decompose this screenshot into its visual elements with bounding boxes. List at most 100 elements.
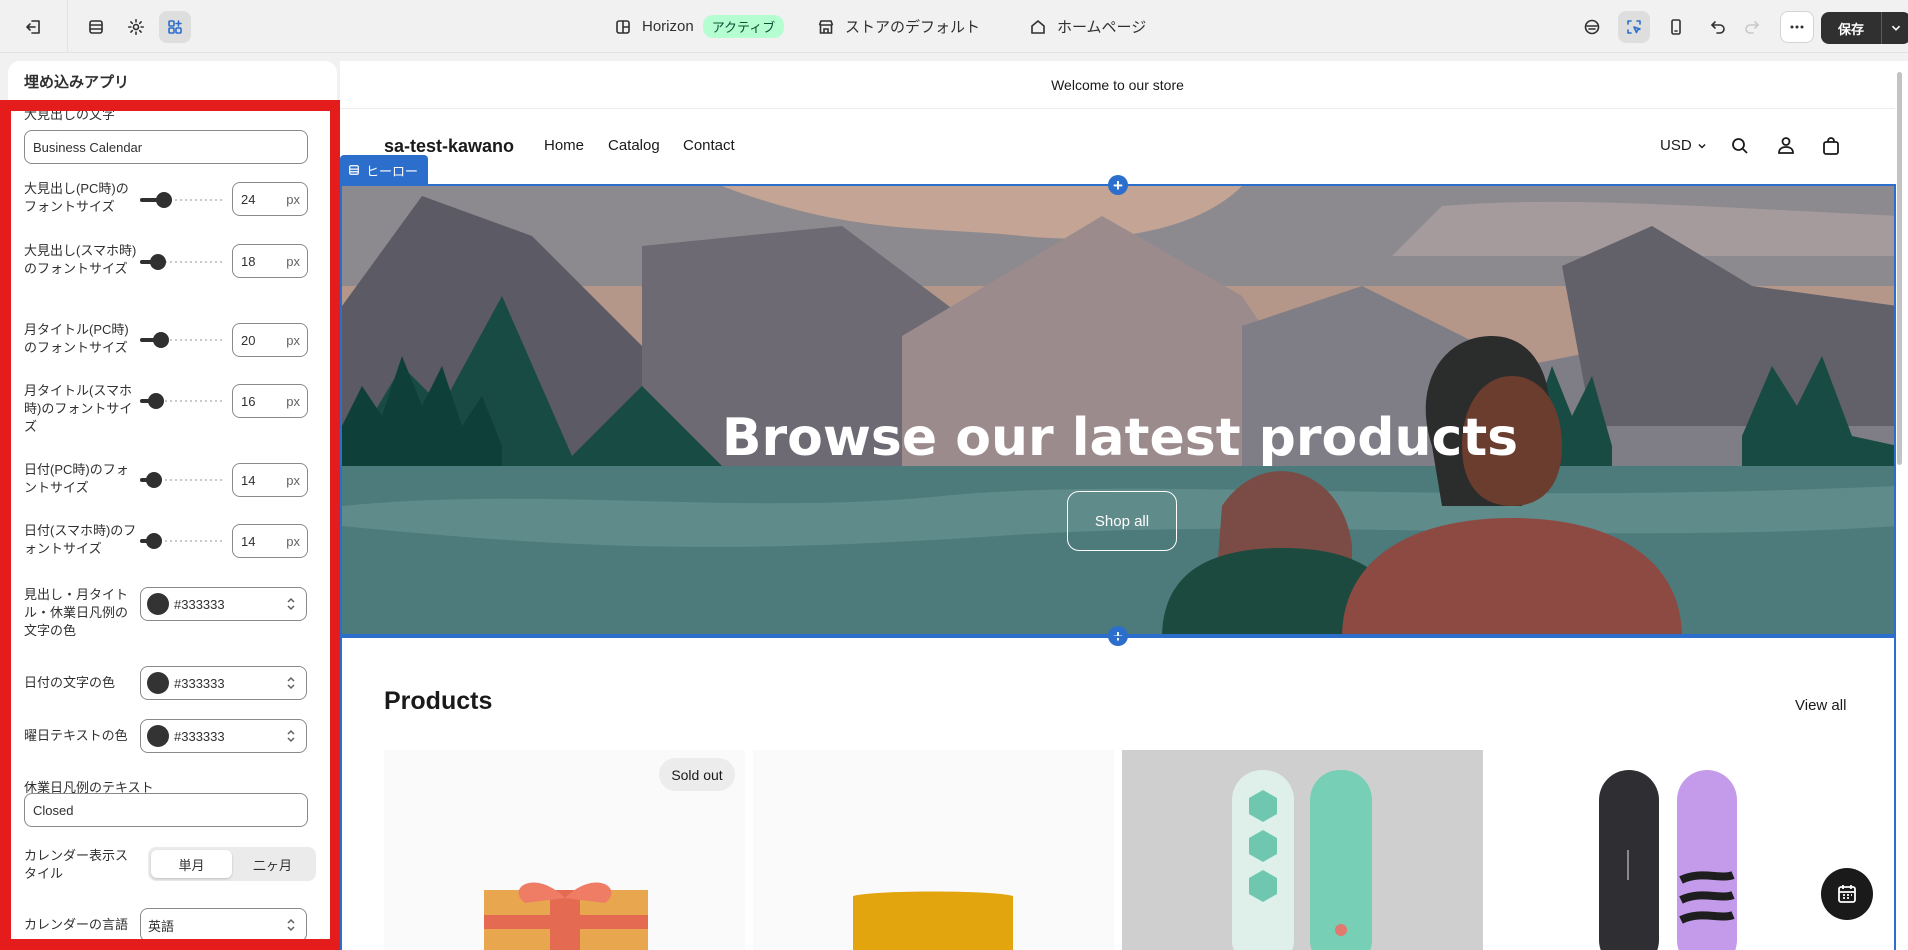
date-pc-fontsize-input[interactable]: 14 px (232, 463, 308, 497)
product-card[interactable] (1122, 750, 1483, 950)
slider-handle[interactable] (150, 254, 166, 270)
undo-button[interactable] (1702, 11, 1734, 43)
calendar-launcher-button[interactable] (1821, 868, 1873, 920)
weekday-color-label: 曜日テキストの色 (24, 728, 128, 743)
template-selector[interactable]: ホームページ (1029, 0, 1146, 53)
redo-button[interactable] (1736, 11, 1768, 43)
home-icon (1031, 19, 1045, 34)
month-pc-fontsize-input[interactable]: 20 px (232, 323, 308, 357)
slider-handle[interactable] (148, 393, 164, 409)
app-embeds-button[interactable] (159, 11, 191, 43)
weekday-color-picker[interactable]: #333333 (140, 719, 307, 753)
color-value: #333333 (174, 728, 225, 744)
select-arrows-icon (287, 676, 295, 690)
display-style-toggle[interactable]: 単月 二ヶ月 (148, 847, 316, 881)
currency-selector[interactable]: USD (1660, 137, 1709, 154)
search-icon[interactable] (1730, 136, 1750, 156)
chevron-down-icon[interactable] (1888, 20, 1904, 36)
value: 16 (241, 393, 256, 409)
eye-mask-icon (1584, 19, 1600, 35)
section-icon (349, 165, 359, 175)
color-swatch[interactable] (147, 725, 169, 747)
option-two-months[interactable]: 二ヶ月 (232, 850, 313, 878)
preview-inspector-button[interactable] (1576, 11, 1608, 43)
value: 14 (241, 472, 256, 488)
panel-scrollbar[interactable] (332, 599, 336, 809)
closed-legend-input[interactable]: Closed (24, 793, 308, 827)
product-image-snowboards-mint (1232, 770, 1372, 950)
sections-icon (89, 20, 103, 34)
chevron-down-icon (1698, 143, 1706, 149)
hero-section[interactable]: Browse our latest products Shop all (340, 184, 1896, 636)
theme-settings-button[interactable] (120, 11, 152, 43)
cart-icon[interactable] (1821, 136, 1841, 156)
heading-sp-fontsize-slider[interactable] (140, 254, 230, 270)
product-card[interactable] (753, 750, 1114, 950)
announcement-bar: Welcome to our store (340, 61, 1895, 109)
value: 14 (241, 533, 256, 549)
month-sp-fontsize-input[interactable]: 16 px (232, 384, 308, 418)
date-sp-fontsize-input[interactable]: 14 px (232, 524, 308, 558)
view-all-link[interactable]: View all (1795, 697, 1846, 714)
redo-icon (1745, 21, 1759, 34)
nav-home[interactable]: Home (544, 137, 584, 154)
products-heading: Products (384, 687, 493, 715)
theme-name: Horizon (642, 18, 694, 35)
device-preview-button[interactable] (1660, 11, 1692, 43)
preview-scrollbar[interactable] (1897, 72, 1902, 465)
section-tag-hero[interactable]: ヒーロー (340, 155, 429, 185)
language-select[interactable]: 英語 (140, 908, 307, 942)
save-button[interactable]: 保存 (1821, 12, 1908, 44)
gear-icon (128, 19, 144, 35)
select-mode-button[interactable] (1618, 11, 1650, 43)
unit: px (286, 533, 300, 549)
context-selector[interactable]: ストアのデフォルト (817, 0, 980, 53)
shop-all-button[interactable]: Shop all (1067, 491, 1177, 551)
slider-handle[interactable] (146, 533, 162, 549)
heading-sp-fontsize-input[interactable]: 18 px (232, 244, 308, 278)
heading-color-label: 見出し・月タイトル・休業日凡例の文字の色 (24, 587, 129, 638)
color-value: #333333 (174, 596, 225, 612)
slider-handle[interactable] (156, 192, 172, 208)
exit-button[interactable] (0, 0, 68, 53)
month-sp-fontsize-label: 月タイトル(スマホ時)のフォントサイズ (24, 383, 133, 434)
date-sp-fontsize-label: 日付(スマホ時)のフォントサイズ (24, 523, 137, 556)
month-pc-fontsize-slider[interactable] (140, 332, 230, 348)
account-icon[interactable] (1776, 135, 1796, 155)
date-color-picker[interactable]: #333333 (140, 666, 307, 700)
heading-pc-fontsize-slider[interactable] (140, 192, 230, 208)
store-logo-text[interactable]: sa-test-kawano (384, 136, 514, 157)
color-swatch[interactable] (147, 593, 169, 615)
theme-status-badge: アクティブ (702, 15, 785, 38)
product-image-wax-bar (853, 891, 1013, 950)
add-section-top-button[interactable]: + (1108, 175, 1128, 195)
product-card[interactable] (1491, 750, 1852, 950)
theme-selector[interactable]: Horizon アクティブ (614, 0, 785, 53)
heading-pc-fontsize-input[interactable]: 24 px (232, 182, 308, 216)
unit: px (286, 253, 300, 269)
color-swatch[interactable] (147, 672, 169, 694)
slider-handle[interactable] (153, 332, 169, 348)
month-sp-fontsize-slider[interactable] (140, 393, 230, 409)
nav-contact[interactable]: Contact (683, 137, 735, 154)
panel-title: 埋め込みアプリ (24, 74, 130, 91)
date-pc-fontsize-slider[interactable] (140, 472, 230, 488)
app-embed-settings-panel: 埋め込みアプリ 大見出しの文字 Business Calendar 大見出し(P… (8, 61, 337, 950)
heading-color-picker[interactable]: #333333 (140, 587, 307, 621)
store-default-label: ストアのデフォルト (845, 19, 981, 36)
heading-text-input[interactable]: Business Calendar (24, 130, 308, 164)
date-sp-fontsize-slider[interactable] (140, 533, 230, 549)
language-value: 英語 (148, 918, 175, 934)
save-menu-divider (1881, 12, 1882, 44)
display-style-label: カレンダー表示スタイル (24, 848, 129, 881)
sections-button[interactable] (80, 11, 112, 43)
unit: px (286, 472, 300, 488)
option-single-month[interactable]: 単月 (151, 850, 232, 878)
apps-icon (168, 20, 182, 34)
store-icon (818, 19, 834, 34)
nav-catalog[interactable]: Catalog (608, 137, 660, 154)
slider-handle[interactable] (146, 472, 162, 488)
date-pc-fontsize-label: 日付(PC時)のフォントサイズ (24, 462, 129, 495)
store-preview: Welcome to our store sa-test-kawano Home… (340, 61, 1908, 950)
more-actions-button[interactable] (1780, 11, 1814, 43)
